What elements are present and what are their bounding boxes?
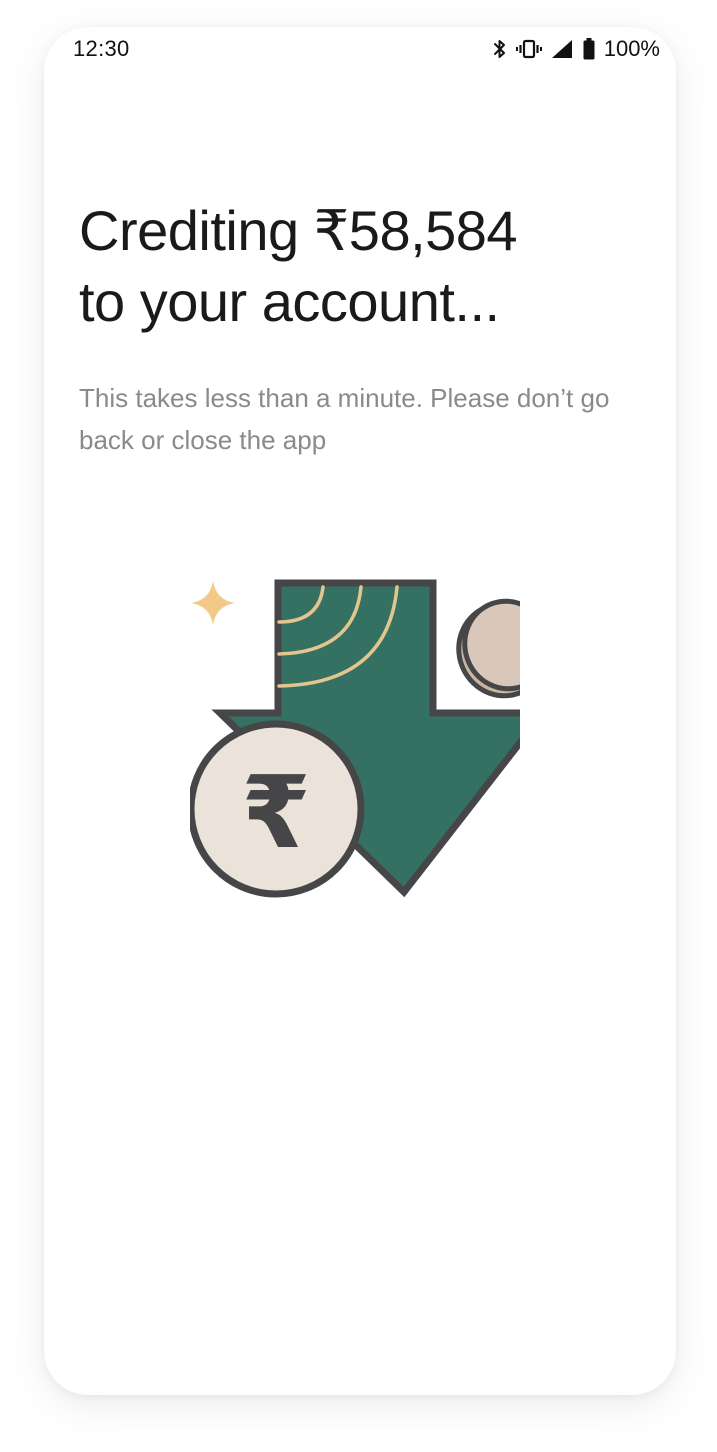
page-title: Crediting ₹58,584 to your account... (79, 195, 639, 337)
battery-icon (582, 37, 596, 61)
coin-icon (456, 598, 552, 699)
phone-screen: 12:30 100% Crediting ₹58,584 to your acc… (44, 27, 676, 1395)
signal-icon (550, 38, 574, 60)
sparkle-icon (191, 581, 235, 625)
status-bar: 12:30 100% (44, 27, 676, 71)
status-icons: 100% (492, 36, 660, 62)
rupee-coin-icon: ₹ (187, 720, 365, 898)
status-time: 12:30 (73, 36, 130, 61)
title-line-account: to your account... (79, 270, 500, 333)
credit-illustration: ₹ (187, 547, 552, 907)
svg-text:₹: ₹ (241, 754, 311, 871)
page-subtitle: This takes less than a minute. Please do… (79, 383, 610, 455)
battery-percentage: 100% (603, 36, 660, 61)
title-line-amount: Crediting ₹58,584 (79, 199, 518, 262)
vibrate-icon (515, 38, 542, 60)
bluetooth-icon (492, 38, 508, 60)
